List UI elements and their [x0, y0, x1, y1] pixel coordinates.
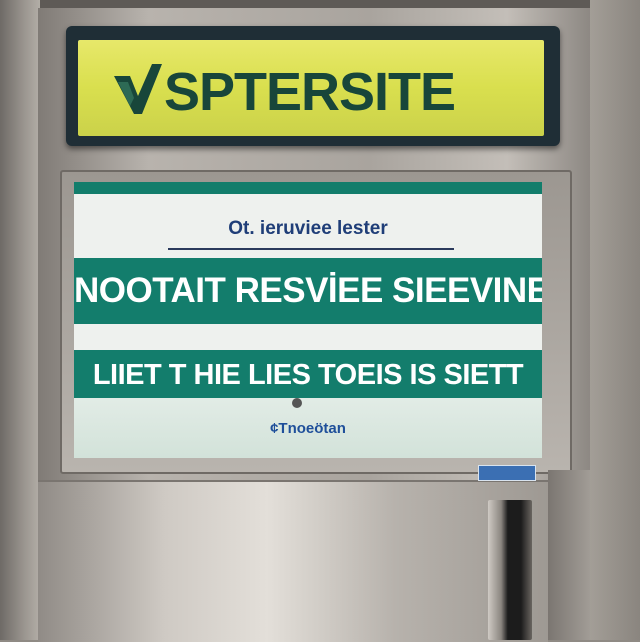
screw-icon	[292, 398, 302, 408]
door-side-panel	[548, 470, 590, 640]
wall-right	[590, 0, 640, 640]
wall-left	[0, 0, 40, 640]
chevron-logo-icon	[114, 64, 162, 114]
display-secondary-line: LIIET T HIE LIES TOEIS IS SIETT	[92, 359, 524, 391]
sign-title: SPTERSITE	[164, 62, 456, 122]
label-plate-icon	[478, 465, 536, 481]
display-subtitle: Ot. ieruviee lester	[228, 218, 388, 239]
display-top-band	[74, 182, 542, 194]
display-headline: NOOTAIT RESVİEE SIEEVINED.	[74, 271, 542, 310]
door-handle-icon[interactable]	[488, 500, 532, 640]
info-display: Ot. ieruviee lester NOOTAIT RESVİEE SIEE…	[74, 182, 542, 458]
display-footer: ¢Tnoeötan	[270, 420, 346, 437]
cabinet-door[interactable]	[38, 480, 548, 642]
display-divider	[168, 248, 454, 250]
